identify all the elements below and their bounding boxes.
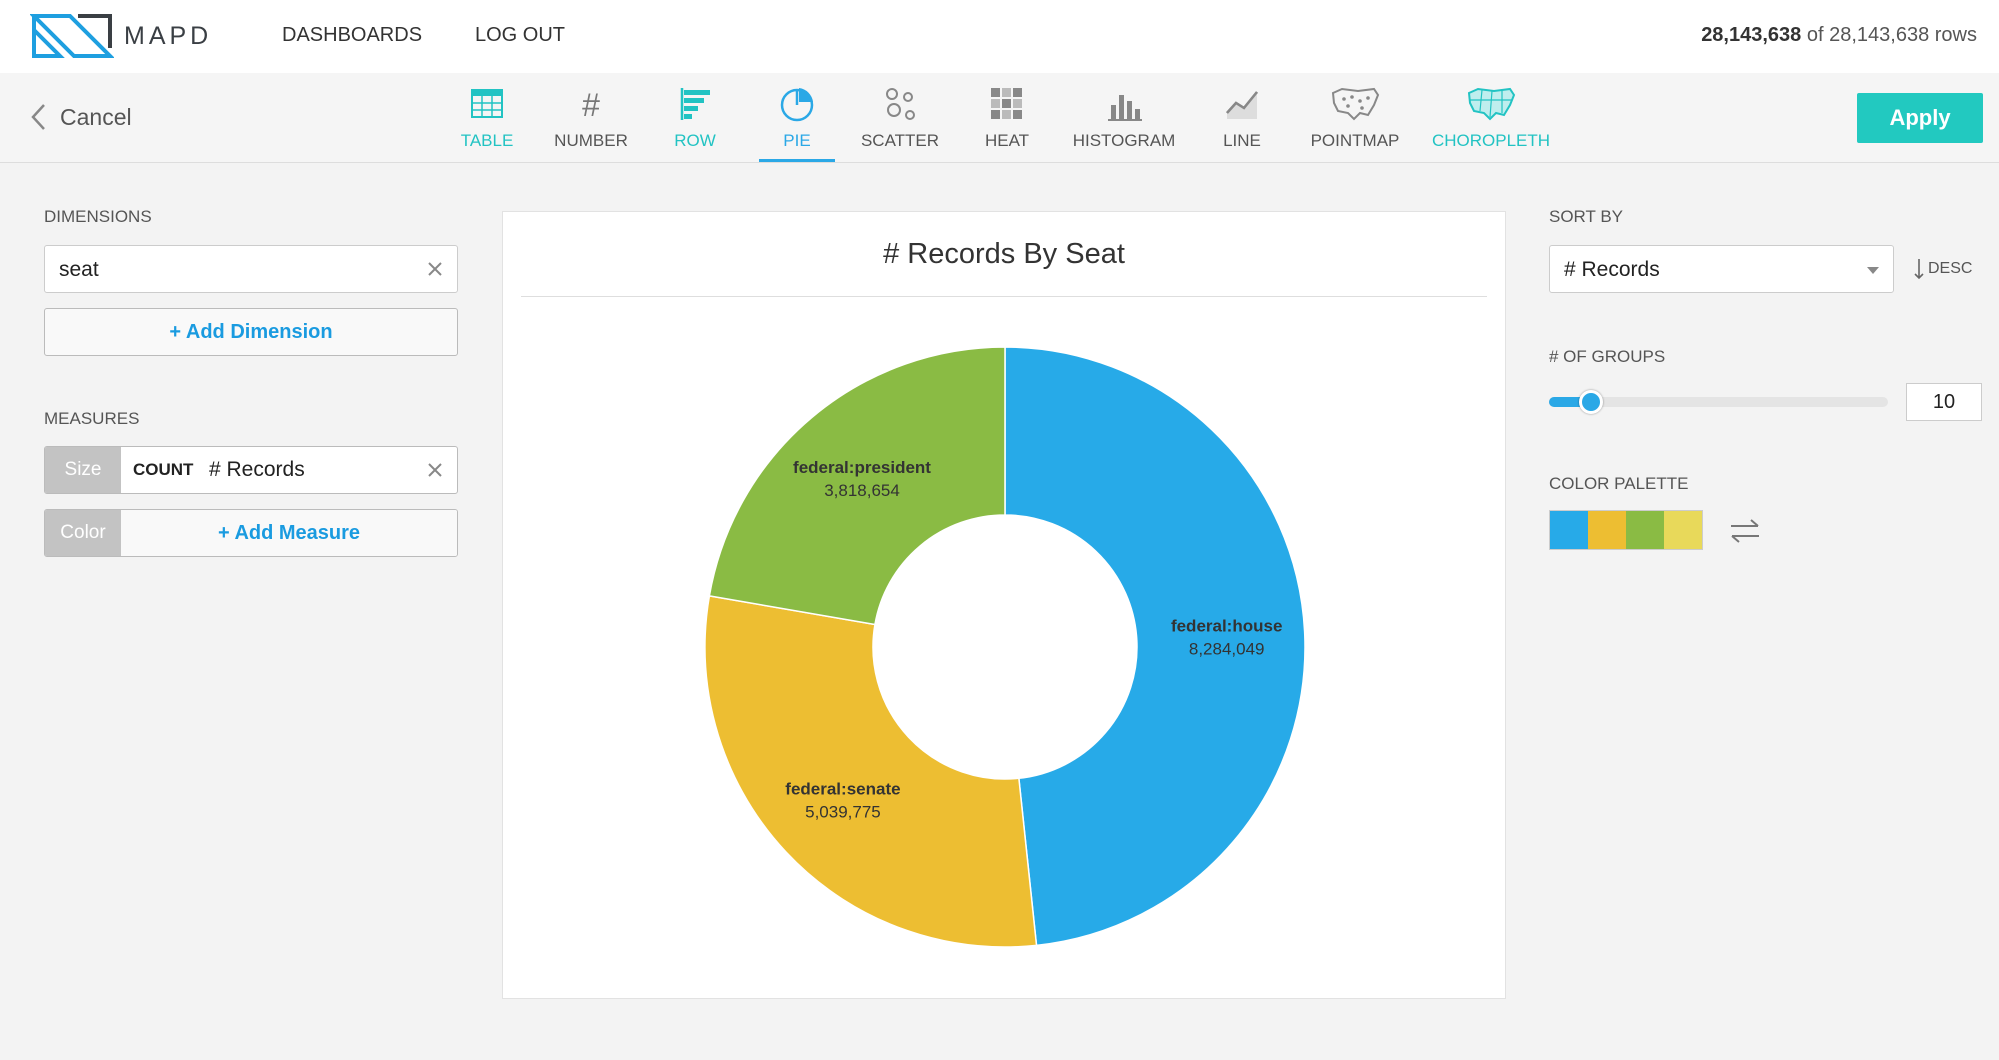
dimensions-label: DIMENSIONS — [44, 207, 152, 226]
palette-swatch — [1626, 511, 1664, 549]
tab-choropleth[interactable]: CHOROPLETH — [1432, 85, 1550, 161]
tab-number-label: NUMBER — [554, 131, 628, 150]
pointmap-icon — [1331, 87, 1380, 121]
pie-slice[interactable] — [704, 595, 1038, 948]
add-dimension-button[interactable]: + Add Dimension — [44, 308, 458, 356]
slice-value: 8,284,049 — [1189, 639, 1265, 658]
size-aggregate[interactable]: COUNT — [133, 460, 193, 480]
slice-label: federal:senate — [785, 780, 900, 799]
size-field: # Records — [209, 458, 305, 481]
groups-slider[interactable] — [1549, 390, 1888, 414]
dimension-field[interactable]: seat — [44, 245, 458, 293]
tab-pointmap[interactable]: POINTMAP — [1310, 85, 1400, 161]
tab-pie-label: PIE — [783, 131, 811, 150]
number-icon: # — [582, 87, 600, 123]
dimension-value: seat — [59, 258, 99, 281]
add-measure-button[interactable]: + Add Measure — [121, 510, 457, 556]
nav-dashboards-link[interactable]: DASHBOARDS — [282, 24, 422, 47]
size-measure-field[interactable]: Size COUNT # Records — [44, 446, 458, 494]
tab-pie[interactable]: PIE — [759, 85, 835, 162]
slice-label: federal:president — [793, 458, 931, 477]
mapd-logo-icon[interactable] — [30, 12, 114, 60]
tab-choropleth-label: CHOROPLETH — [1431, 131, 1551, 150]
cancel-label: Cancel — [60, 103, 132, 130]
cancel-button[interactable]: Cancel — [30, 103, 132, 131]
tab-heat[interactable]: HEAT — [982, 85, 1032, 161]
color-palette-picker[interactable] — [1549, 510, 1703, 550]
scatter-icon — [886, 88, 915, 120]
tab-histogram-label: HISTOGRAM — [1072, 131, 1176, 150]
apply-button[interactable]: Apply — [1857, 93, 1983, 143]
swap-arrows-icon[interactable] — [1728, 516, 1762, 546]
slice-value: 3,818,654 — [824, 481, 900, 500]
color-palette-label: COLOR PALETTE — [1549, 474, 1689, 493]
remove-dimension-icon[interactable] — [427, 261, 443, 277]
palette-swatch — [1550, 511, 1588, 549]
svg-text:#: # — [582, 87, 600, 123]
tab-table[interactable]: TABLE — [460, 85, 514, 161]
tab-line-label: LINE — [1223, 131, 1261, 150]
rows-shown: 28,143,638 — [1701, 24, 1802, 46]
color-measure-field[interactable]: Color + Add Measure — [44, 509, 458, 557]
sort-by-select[interactable]: # Records — [1549, 245, 1894, 293]
sort-direction-toggle[interactable]: DESC — [1914, 258, 1972, 280]
slice-label: federal:house — [1171, 616, 1282, 635]
palette-swatch — [1588, 511, 1626, 549]
nav-logout-link[interactable]: LOG OUT — [475, 24, 565, 47]
sort-by-value: # Records — [1564, 258, 1660, 281]
measures-label: MEASURES — [44, 409, 140, 428]
arrow-down-icon — [1914, 259, 1924, 280]
top-navbar: MAPD DASHBOARDS LOG OUT 28,143,638 of 28… — [0, 0, 1999, 73]
remove-measure-icon[interactable] — [427, 462, 443, 478]
groups-input[interactable]: 10 — [1906, 383, 1982, 421]
rows-total: 28,143,638 rows — [1829, 24, 1977, 46]
donut-chart: federal:house 8,284,049 federal:senate 5,03… — [704, 346, 1306, 948]
tab-line[interactable]: LINE — [1222, 85, 1262, 161]
tab-row-label: ROW — [674, 131, 716, 150]
heatmap-icon — [991, 88, 1022, 119]
chart-card: # Records By Seat federal:house 8,284,049… — [502, 211, 1506, 999]
color-tag: Color — [45, 510, 121, 556]
histogram-icon — [1108, 95, 1142, 121]
chart-type-toolbar: Cancel TABLE # NUMBER ROW PIE SCATTER HE… — [0, 73, 1999, 163]
tab-histogram[interactable]: HISTOGRAM — [1072, 85, 1176, 161]
size-tag: Size — [45, 447, 121, 493]
choropleth-icon — [1467, 87, 1516, 121]
sort-by-label: SORT BY — [1549, 207, 1624, 226]
sort-direction-label: DESC — [1928, 260, 1973, 277]
line-chart-icon — [1226, 91, 1258, 119]
table-icon — [471, 89, 503, 118]
tab-pointmap-label: POINTMAP — [1310, 131, 1400, 150]
tab-number[interactable]: # NUMBER — [554, 85, 628, 161]
slice-value: 5,039,775 — [805, 803, 881, 822]
tab-table-label: TABLE — [460, 131, 514, 150]
chevron-left-icon — [31, 104, 45, 130]
tab-row[interactable]: ROW — [674, 85, 716, 161]
chevron-down-icon — [1867, 267, 1879, 274]
rows-of: of — [1806, 24, 1824, 46]
row-chart-icon — [680, 88, 710, 120]
groups-slider-handle[interactable] — [1578, 390, 1603, 414]
palette-swatch — [1664, 511, 1702, 549]
logo-text: MAPD — [124, 22, 213, 50]
tab-scatter-label: SCATTER — [860, 131, 940, 150]
tab-heat-label: HEAT — [984, 131, 1030, 150]
pie-chart-icon — [780, 88, 814, 122]
tab-scatter[interactable]: SCATTER — [860, 85, 940, 161]
rows-count: 28,143,638 of 28,143,638 rows — [1701, 24, 1977, 47]
groups-label: # OF GROUPS — [1549, 347, 1666, 366]
